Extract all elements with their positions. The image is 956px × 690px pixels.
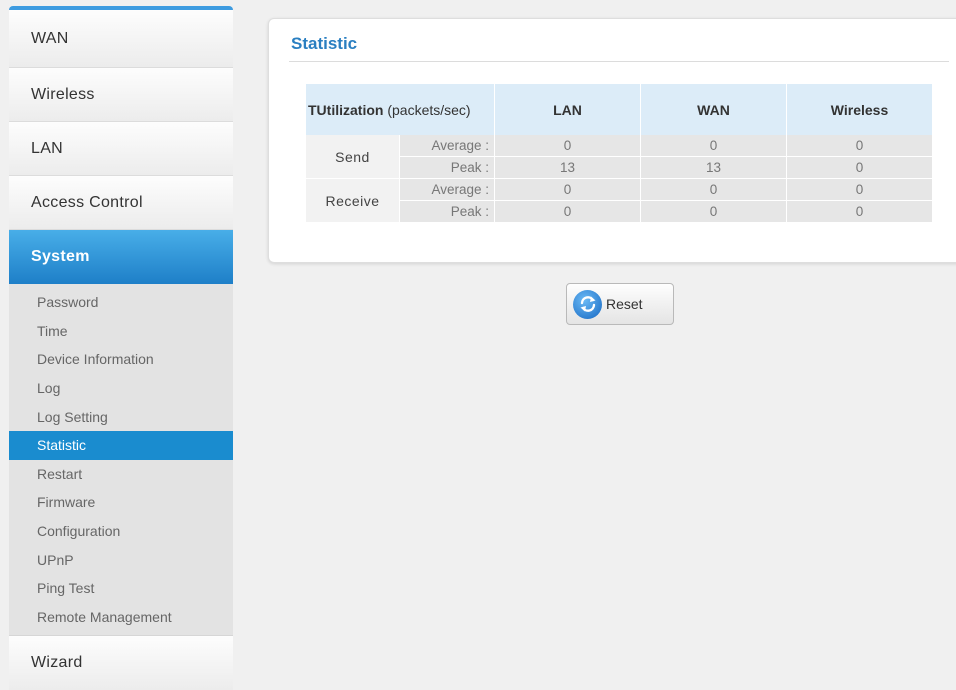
submenu-label: Time [37, 322, 68, 339]
table-cell: 0 [787, 135, 933, 157]
submenu-item-ping-test[interactable]: Ping Test [9, 574, 233, 603]
table-cell: 0 [641, 201, 787, 223]
submenu-label: Statistic [37, 437, 87, 454]
nav-item-label: Access Control [31, 193, 143, 211]
refresh-icon [573, 289, 602, 319]
submenu-label: Log [37, 380, 61, 397]
utilization-header-unit: (packets/sec) [387, 101, 471, 118]
table-row: Peak : 0 0 0 [306, 201, 933, 223]
nav-item-wizard[interactable]: Wizard [9, 635, 233, 690]
submenu-item-firmware[interactable]: Firmware [9, 488, 233, 517]
utilization-header: TUtilization (packets/sec) [306, 84, 495, 135]
group-label-receive: Receive [306, 179, 400, 223]
nav-item-wan[interactable]: WAN [9, 10, 233, 68]
nav-item-label: WAN [31, 29, 69, 47]
table-row: Send Average : 0 0 0 [306, 135, 933, 179]
submenu-item-log-setting[interactable]: Log Setting [9, 402, 233, 431]
submenu-label: Ping Test [37, 580, 95, 597]
submenu-item-remote-management[interactable]: Remote Management [9, 603, 233, 632]
submenu-item-upnp[interactable]: UPnP [9, 545, 233, 574]
column-header-wan: WAN [641, 84, 787, 135]
submenu-item-log[interactable]: Log [9, 374, 233, 403]
statistic-panel: Statistic TUtilization (packets/sec) LAN… [268, 18, 956, 263]
submenu-label: Restart [37, 465, 83, 482]
nav-item-wireless[interactable]: Wireless [9, 68, 233, 122]
metric-label: Average : [400, 179, 495, 201]
submenu-label: UPnP [37, 551, 74, 568]
group-label-send: Send [306, 135, 400, 179]
submenu-item-device-information[interactable]: Device Information [9, 345, 233, 374]
table-cell: 0 [641, 135, 787, 157]
metric-label: Average : [400, 135, 495, 157]
column-header-lan: LAN [495, 84, 641, 135]
table-cell: 0 [495, 179, 641, 201]
table-cell: 0 [787, 179, 933, 201]
submenu-item-restart[interactable]: Restart [9, 460, 233, 489]
reset-button-label: Reset [606, 296, 643, 312]
statistic-table: TUtilization (packets/sec) LAN WAN Wirel… [306, 84, 933, 223]
submenu-item-password[interactable]: Password [9, 288, 233, 317]
submenu-label: Device Information [37, 351, 154, 368]
submenu-label: Log Setting [37, 408, 108, 425]
table-cell: 0 [787, 201, 933, 223]
title-divider [289, 61, 949, 62]
table-cell: 0 [495, 135, 641, 157]
nav-item-label: System [31, 248, 90, 265]
page-title: Statistic [291, 34, 358, 53]
reset-button[interactable]: Reset [566, 283, 674, 325]
table-cell: 13 [495, 157, 641, 179]
table-row: Receive Average : 0 0 0 [306, 179, 933, 223]
submenu-item-configuration[interactable]: Configuration [9, 517, 233, 546]
nav-item-label: LAN [31, 139, 64, 157]
column-header-wireless: Wireless [787, 84, 933, 135]
system-submenu: Password Time Device Information Log Log… [9, 284, 233, 636]
nav-item-label: Wizard [31, 654, 83, 672]
submenu-item-time[interactable]: Time [9, 317, 233, 346]
submenu-label: Password [37, 294, 99, 311]
table-row: Peak : 13 13 0 [306, 157, 933, 179]
nav-item-system[interactable]: System [9, 230, 233, 284]
nav-item-access-control[interactable]: Access Control [9, 176, 233, 230]
table-header-row: TUtilization (packets/sec) LAN WAN Wirel… [306, 84, 933, 135]
nav-item-lan[interactable]: LAN [9, 122, 233, 176]
metric-label: Peak : [400, 157, 495, 179]
submenu-item-statistic[interactable]: Statistic [9, 430, 233, 460]
submenu-label: Firmware [37, 494, 96, 511]
sidebar: WAN Wireless LAN Access Control System P… [9, 6, 233, 690]
table-cell: 0 [787, 157, 933, 179]
utilization-header-label: TUtilization [308, 101, 384, 118]
nav-item-label: Wireless [31, 85, 95, 103]
submenu-label: Configuration [37, 523, 121, 540]
metric-label: Peak : [400, 201, 495, 223]
table-cell: 0 [495, 201, 641, 223]
table-cell: 13 [641, 157, 787, 179]
table-cell: 0 [641, 179, 787, 201]
submenu-label: Remote Management [37, 608, 172, 625]
